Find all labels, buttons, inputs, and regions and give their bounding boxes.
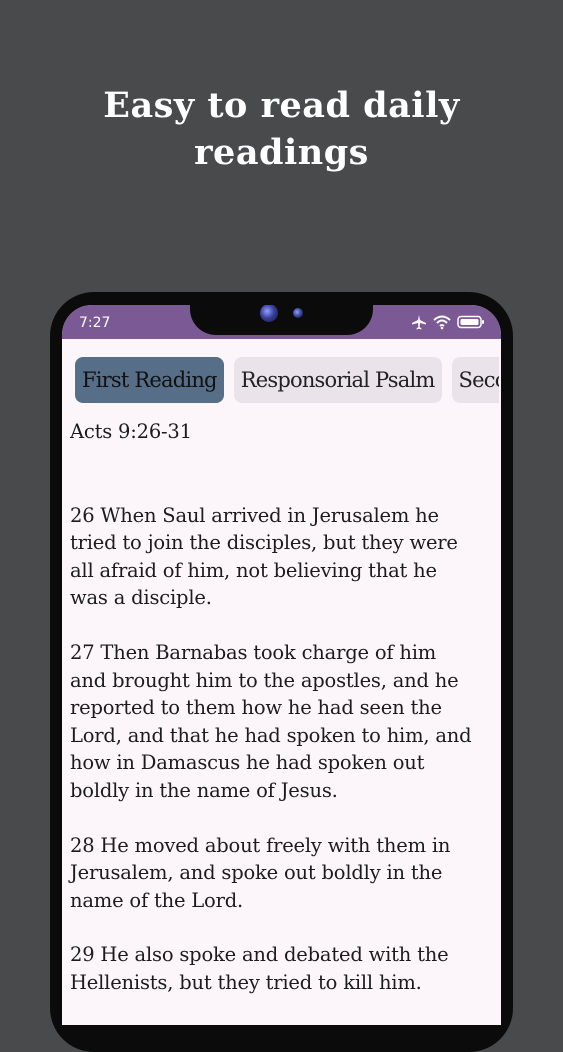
verse-line: was a disciple. bbox=[70, 586, 212, 610]
verse-line: 28 He moved about freely with them in bbox=[70, 833, 451, 857]
tab-second-reading[interactable]: Second Reading bbox=[451, 357, 499, 403]
verse-line: 29 He also spoke and debated with the bbox=[70, 943, 449, 967]
verse-line: tried to join the disciples, but they we… bbox=[70, 531, 458, 555]
reading-citation: Acts 9:26-31 bbox=[70, 420, 192, 443]
verse-line: Jerusalem, and spoke out boldly in the bbox=[70, 861, 443, 885]
promo-headline: Easy to read daily readings bbox=[0, 82, 563, 176]
front-camera-icon bbox=[260, 305, 278, 322]
status-time: 7:27 bbox=[79, 315, 111, 331]
verse-line: how in Damascus he had spoken out bbox=[70, 751, 425, 775]
verse-27: 27 Then Barnabas took charge of him and … bbox=[70, 639, 494, 805]
status-icons bbox=[411, 314, 485, 330]
wifi-icon bbox=[433, 315, 451, 330]
verse-line: 26 When Saul arrived in Jerusalem he bbox=[70, 503, 439, 527]
verse-line: all afraid of him, not believing that he bbox=[70, 558, 437, 582]
reading-tabs: First ReadingResponsorial PsalmSecond Re… bbox=[75, 357, 499, 405]
tab-responsorial-psalm[interactable]: Responsorial Psalm bbox=[233, 357, 442, 403]
promo-headline-line1: Easy to read daily bbox=[103, 85, 460, 126]
battery-icon bbox=[457, 315, 484, 329]
promo-headline-line2: readings bbox=[194, 132, 369, 173]
sensor-icon bbox=[293, 308, 303, 318]
status-bar: 7:27 bbox=[62, 305, 501, 339]
tab-first-reading[interactable]: First Reading bbox=[75, 357, 224, 403]
camera-notch bbox=[190, 305, 373, 335]
verse-26: 26 When Saul arrived in Jerusalem he tri… bbox=[70, 502, 494, 612]
reading-body: Acts 9:26-31 26 When Saul arrived in Jer… bbox=[70, 418, 494, 1024]
verse-line: and brought him to the apostles, and he bbox=[70, 668, 459, 692]
verse-line: boldly in the name of Jesus. bbox=[70, 778, 338, 802]
phone-screen: 7:27 First ReadingResponsorial PsalmSeco… bbox=[62, 305, 501, 1025]
verse-line: 27 Then Barnabas took charge of him bbox=[70, 640, 437, 664]
airplane-icon bbox=[412, 315, 426, 330]
verse-28: 28 He moved about freely with them in Je… bbox=[70, 832, 494, 915]
verse-line: Hellenists, but they tried to kill him. bbox=[70, 970, 422, 994]
verse-29: 29 He also spoke and debated with the He… bbox=[70, 941, 494, 996]
verse-line: name of the Lord. bbox=[70, 888, 243, 912]
verse-line: Lord, and that he had spoken to him, and bbox=[70, 723, 472, 747]
verse-line: reported to them how he had seen the bbox=[70, 696, 442, 720]
